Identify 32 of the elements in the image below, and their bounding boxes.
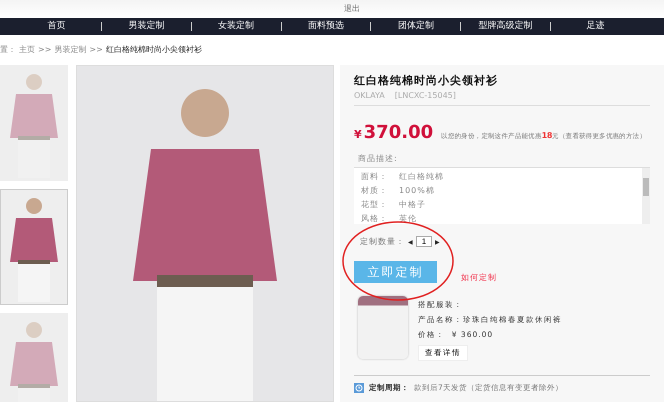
spec-label: 风格：: [361, 213, 389, 224]
brand-name: OKLAYA: [354, 91, 385, 100]
nav-link[interactable]: 首页: [12, 22, 101, 31]
nav-link[interactable]: 型牌高级定制: [460, 22, 550, 31]
spec-label: 面料：: [361, 171, 389, 182]
quantity-input[interactable]: 1: [416, 236, 432, 247]
logout-link[interactable]: 退出: [344, 5, 360, 13]
nav-link[interactable]: 足迹: [550, 22, 640, 31]
spec-value: 英伦: [399, 213, 417, 224]
quantity-label: 定制数量：: [360, 236, 405, 247]
spec-value: 中格子: [399, 199, 426, 210]
spec-value: 红白格纯棉: [399, 171, 444, 182]
scrollbar[interactable]: [642, 168, 650, 224]
nav-link[interactable]: 面料预选: [280, 22, 370, 31]
spec-label: 材质：: [361, 185, 389, 196]
breadcrumb-separator: >>: [89, 44, 103, 54]
how-to-order-link[interactable]: 如何定制: [461, 272, 497, 283]
nav-link[interactable]: 男装定制: [100, 22, 191, 31]
breadcrumb-link[interactable]: 主页: [19, 44, 35, 54]
clock-icon: [354, 383, 364, 393]
product-code: [LNCXC-15045]: [394, 91, 456, 100]
breadcrumb-current: 红白格纯棉时尚小尖领衬衫: [106, 44, 202, 54]
spec-label: 花型：: [361, 199, 389, 210]
nav-link[interactable]: 女装定制: [190, 22, 281, 31]
product-price: ¥370.00: [354, 122, 434, 143]
breadcrumb-separator: >>: [38, 44, 52, 54]
product-title: 红白格纯棉时尚小尖领衬衫: [354, 73, 499, 88]
breadcrumb-link[interactable]: 男装定制: [54, 44, 86, 54]
breadcrumb-label: 置：: [0, 44, 16, 54]
nav-link[interactable]: 团体定制: [370, 22, 460, 31]
spec-value: 100%棉: [399, 185, 435, 196]
pants-photo: [358, 296, 408, 359]
